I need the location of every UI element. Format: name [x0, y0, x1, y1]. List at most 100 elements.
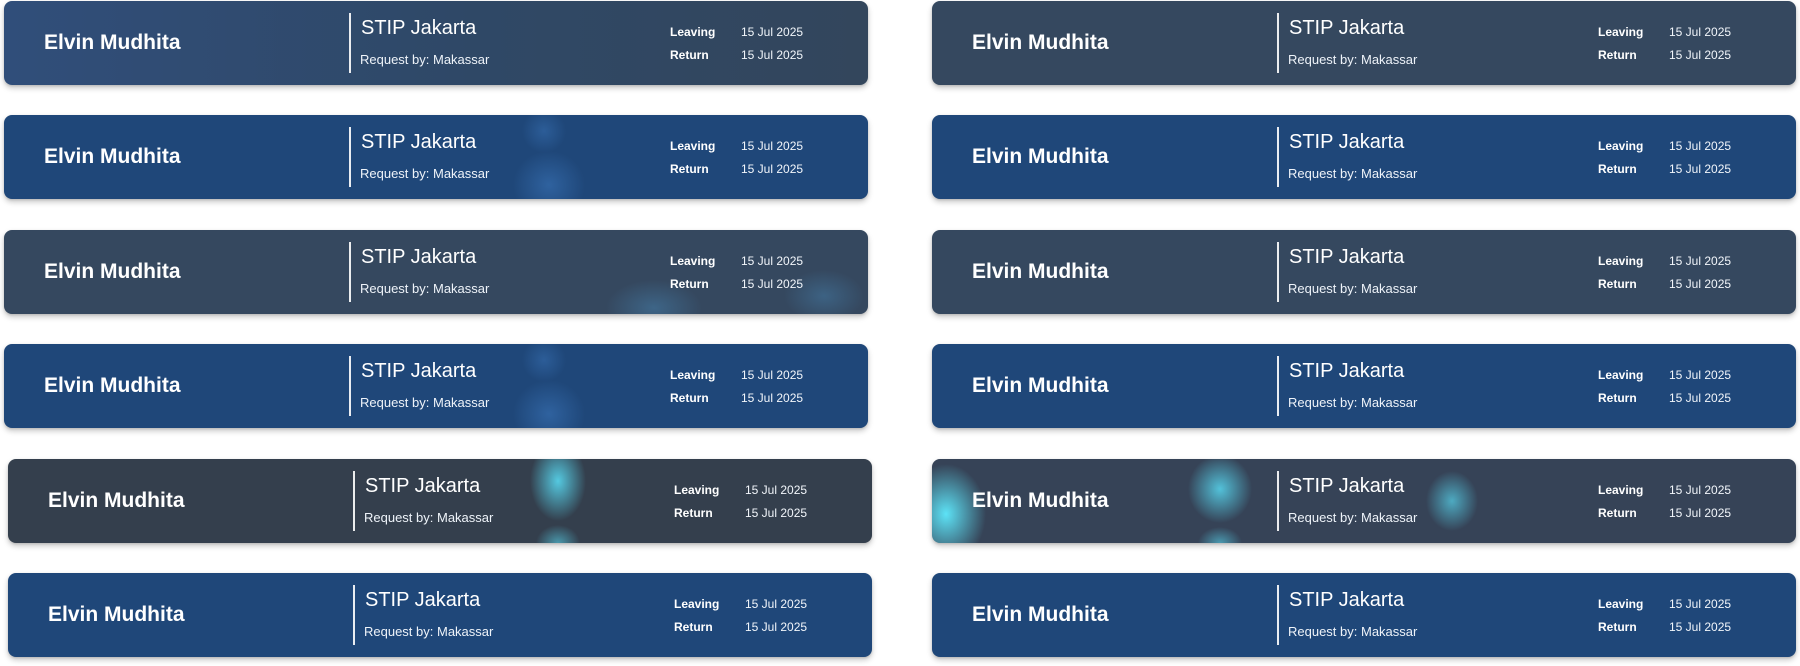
leaving-date: 15 Jul 2025: [741, 139, 804, 153]
return-date: 15 Jul 2025: [741, 48, 804, 62]
trip-card[interactable]: Elvin Mudhita STIP Jakarta Request by: M…: [8, 573, 872, 657]
trip-destination: STIP Jakarta: [361, 17, 477, 39]
leaving-date: 15 Jul 2025: [741, 254, 804, 268]
leaving-date: 15 Jul 2025: [745, 483, 808, 497]
trip-destination: STIP Jakarta: [1289, 475, 1405, 497]
trip-destination: STIP Jakarta: [1289, 589, 1405, 611]
trip-destination: STIP Jakarta: [1289, 131, 1405, 153]
leaving-label: Leaving: [1598, 25, 1644, 39]
return-date: 15 Jul 2025: [741, 162, 804, 176]
trip-destination: STIP Jakarta: [361, 131, 477, 153]
trip-destination: STIP Jakarta: [361, 360, 477, 382]
request-origin: Request by: Makassar: [360, 166, 490, 181]
trip-card[interactable]: Elvin Mudhita STIP Jakarta Request by: M…: [4, 1, 868, 85]
trip-destination: STIP Jakarta: [1289, 17, 1405, 39]
leaving-label: Leaving: [670, 25, 716, 39]
request-origin: Request by: Makassar: [1288, 166, 1418, 181]
card-divider: [1277, 356, 1279, 416]
request-origin: Request by: Makassar: [364, 624, 494, 639]
trip-card[interactable]: Elvin Mudhita STIP Jakarta Request by: M…: [4, 344, 868, 428]
card-divider: [1277, 471, 1279, 531]
trip-card[interactable]: Elvin Mudhita STIP Jakarta Request by: M…: [932, 573, 1796, 657]
leaving-label: Leaving: [670, 254, 716, 268]
return-date: 15 Jul 2025: [1669, 506, 1732, 520]
traveler-name: Elvin Mudhita: [972, 603, 1109, 626]
return-label: Return: [674, 506, 713, 520]
trip-card[interactable]: Elvin Mudhita STIP Jakarta Request by: M…: [932, 1, 1796, 85]
return-label: Return: [670, 162, 709, 176]
leaving-label: Leaving: [670, 139, 716, 153]
leaving-date: 15 Jul 2025: [1669, 483, 1732, 497]
return-date: 15 Jul 2025: [1669, 620, 1732, 634]
trip-destination: STIP Jakarta: [365, 475, 481, 497]
traveler-name: Elvin Mudhita: [44, 145, 181, 168]
return-date: 15 Jul 2025: [1669, 162, 1732, 176]
card-divider: [349, 242, 351, 302]
return-label: Return: [1598, 391, 1637, 405]
request-origin: Request by: Makassar: [360, 395, 490, 410]
trip-destination: STIP Jakarta: [1289, 360, 1405, 382]
traveler-name: Elvin Mudhita: [972, 145, 1109, 168]
return-date: 15 Jul 2025: [741, 391, 804, 405]
traveler-name: Elvin Mudhita: [48, 489, 185, 512]
card-divider: [1277, 585, 1279, 645]
leaving-label: Leaving: [1598, 597, 1644, 611]
return-date: 15 Jul 2025: [1669, 48, 1732, 62]
return-label: Return: [1598, 506, 1637, 520]
leaving-label: Leaving: [1598, 139, 1644, 153]
return-date: 15 Jul 2025: [1669, 391, 1732, 405]
return-label: Return: [670, 391, 709, 405]
return-label: Return: [1598, 620, 1637, 634]
traveler-name: Elvin Mudhita: [972, 260, 1109, 283]
card-divider: [349, 356, 351, 416]
trip-card[interactable]: Elvin Mudhita STIP Jakarta Request by: M…: [932, 230, 1796, 314]
card-divider: [1277, 127, 1279, 187]
card-divider: [353, 471, 355, 531]
request-origin: Request by: Makassar: [1288, 624, 1418, 639]
return-label: Return: [1598, 48, 1637, 62]
trip-card[interactable]: Elvin Mudhita STIP Jakarta Request by: M…: [932, 344, 1796, 428]
trip-card[interactable]: Elvin Mudhita STIP Jakarta Request by: M…: [932, 115, 1796, 199]
leaving-date: 15 Jul 2025: [1669, 597, 1732, 611]
traveler-name: Elvin Mudhita: [972, 31, 1109, 54]
leaving-label: Leaving: [1598, 254, 1644, 268]
trip-destination: STIP Jakarta: [1289, 246, 1405, 268]
traveler-name: Elvin Mudhita: [972, 374, 1109, 397]
trip-card[interactable]: Elvin Mudhita STIP Jakarta Request by: M…: [8, 459, 872, 543]
card-divider: [353, 585, 355, 645]
leaving-label: Leaving: [1598, 368, 1644, 382]
leaving-date: 15 Jul 2025: [741, 368, 804, 382]
card-divider: [1277, 242, 1279, 302]
request-origin: Request by: Makassar: [364, 510, 494, 525]
request-origin: Request by: Makassar: [360, 281, 490, 296]
return-date: 15 Jul 2025: [741, 277, 804, 291]
return-label: Return: [1598, 162, 1637, 176]
leaving-label: Leaving: [674, 483, 720, 497]
return-date: 15 Jul 2025: [745, 620, 808, 634]
traveler-name: Elvin Mudhita: [44, 260, 181, 283]
request-origin: Request by: Makassar: [1288, 52, 1418, 67]
return-date: 15 Jul 2025: [1669, 277, 1732, 291]
request-origin: Request by: Makassar: [1288, 281, 1418, 296]
request-origin: Request by: Makassar: [1288, 395, 1418, 410]
trip-card[interactable]: Elvin Mudhita STIP Jakarta Request by: M…: [4, 115, 868, 199]
return-label: Return: [670, 48, 709, 62]
leaving-label: Leaving: [1598, 483, 1644, 497]
leaving-date: 15 Jul 2025: [745, 597, 808, 611]
return-label: Return: [670, 277, 709, 291]
card-divider: [1277, 13, 1279, 73]
return-label: Return: [674, 620, 713, 634]
trip-card[interactable]: Elvin Mudhita STIP Jakarta Request by: M…: [4, 230, 868, 314]
return-label: Return: [1598, 277, 1637, 291]
traveler-name: Elvin Mudhita: [972, 489, 1109, 512]
request-origin: Request by: Makassar: [1288, 510, 1418, 525]
trip-destination: STIP Jakarta: [365, 589, 481, 611]
traveler-name: Elvin Mudhita: [48, 603, 185, 626]
leaving-date: 15 Jul 2025: [1669, 254, 1732, 268]
trip-card[interactable]: Elvin Mudhita STIP Jakarta Request by: M…: [932, 459, 1796, 543]
leaving-date: 15 Jul 2025: [1669, 25, 1732, 39]
traveler-name: Elvin Mudhita: [44, 31, 181, 54]
request-origin: Request by: Makassar: [360, 52, 490, 67]
trip-destination: STIP Jakarta: [361, 246, 477, 268]
traveler-name: Elvin Mudhita: [44, 374, 181, 397]
